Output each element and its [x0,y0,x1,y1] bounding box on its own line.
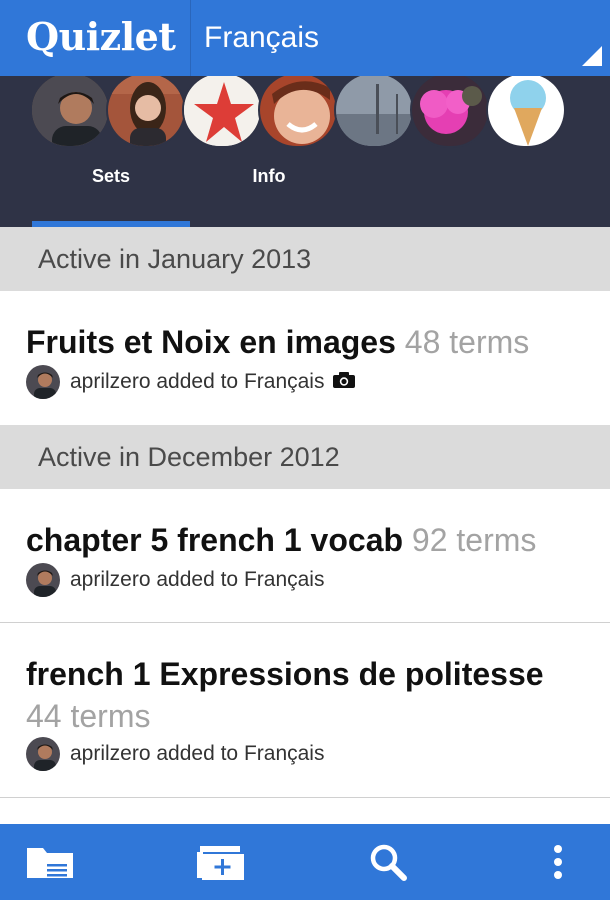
set-title[interactable]: french 1 Expressions de politesse [26,653,544,695]
set-list-item[interactable]: chapter 5 french 1 vocab 92 terms aprilz… [0,489,610,622]
search-icon[interactable] [358,838,418,886]
set-list-item[interactable]: french 1 Expressions de politesse 44 ter… [0,623,610,797]
section-header: Active in December 2012 [0,425,610,489]
tab-bar: Sets Info [0,156,610,227]
set-title[interactable]: Fruits et Noix en images [26,324,396,360]
tab-sets[interactable]: Sets [32,156,190,227]
top-app-bar: Quizlet Français [0,0,610,76]
member-avatar[interactable] [258,76,338,148]
group-header: Sets Info [0,76,610,227]
overflow-menu-icon[interactable] [528,838,588,886]
group-title-dropdown[interactable]: Français [204,21,319,55]
add-set-icon[interactable] [190,838,250,886]
member-avatar-row [30,76,590,148]
member-avatar[interactable] [486,76,566,148]
member-avatar[interactable] [30,76,110,148]
term-count: 92 terms [411,522,537,558]
user-avatar[interactable] [26,737,60,771]
topbar-divider [190,0,191,76]
member-avatar[interactable] [106,76,186,148]
activity-text: aprilzero added to Français [70,742,325,765]
camera-icon [332,371,356,394]
member-avatar[interactable] [182,76,262,148]
member-avatar[interactable] [334,76,414,148]
folder-icon[interactable] [20,838,80,886]
activity-text: aprilzero added to Français [70,568,325,591]
app-logo[interactable]: Quizlet [26,14,176,59]
dropdown-indicator-icon[interactable] [582,46,602,66]
list-divider [0,797,610,798]
bottom-action-bar [0,824,610,900]
set-title-line: Fruits et Noix en images 48 terms [26,321,529,363]
term-count: 48 terms [404,324,530,360]
tab-info[interactable]: Info [190,156,348,227]
set-list-item[interactable]: Fruits et Noix en images 48 terms aprilz… [0,291,610,425]
set-meta: aprilzero added to Français [26,365,356,399]
activity-text: aprilzero added to Français [70,370,325,393]
set-meta: aprilzero added to Français [26,563,324,597]
set-title[interactable]: chapter 5 french 1 vocab [26,522,403,558]
user-avatar[interactable] [26,563,60,597]
set-meta: aprilzero added to Français [26,737,324,771]
user-avatar[interactable] [26,365,60,399]
set-title-line: chapter 5 french 1 vocab 92 terms [26,519,536,561]
section-header: Active in January 2013 [0,227,610,291]
term-count: 44 terms [26,698,151,734]
member-avatar[interactable] [410,76,490,148]
